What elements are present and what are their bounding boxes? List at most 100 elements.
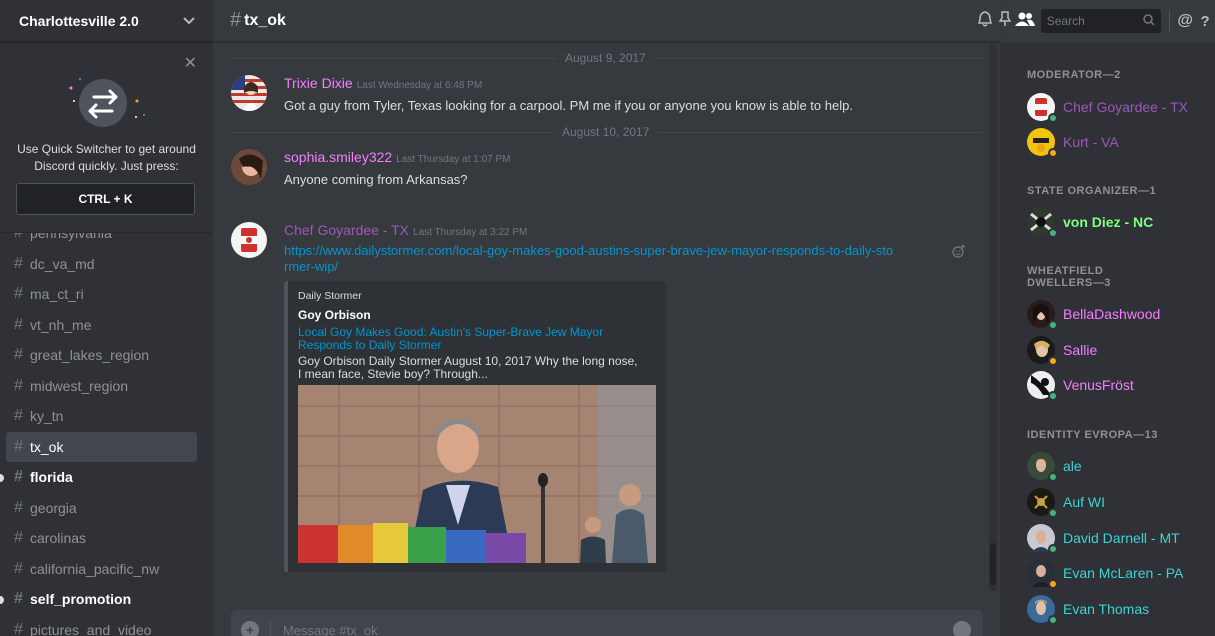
channel-ma-ct-ri[interactable]: # ma_ct_ri (6, 279, 197, 310)
channel-hash-icon: # (230, 9, 242, 31)
member-item[interactable]: Auf WI (1027, 486, 1105, 518)
search-box[interactable] (1040, 9, 1161, 33)
help-icon[interactable]: ? (1195, 13, 1215, 30)
emoji-icon[interactable] (953, 621, 971, 636)
member-item[interactable]: Sallie (1027, 334, 1097, 366)
channel-midwest-region[interactable]: # midwest_region (6, 371, 197, 402)
message-scrollbar[interactable] (989, 43, 997, 591)
message-timestamp: Last Thursday at 1:07 PM (396, 154, 511, 165)
channel-ky-tn[interactable]: # ky_tn (6, 401, 197, 432)
member-name: von Diez - NC (1063, 214, 1154, 230)
message-list[interactable]: August 9, 2017 Trixie Dixie Last Wednesda… (213, 43, 1000, 591)
status-idle-icon (1048, 356, 1058, 366)
role-header: IDENTITY EVROPA—13 (1027, 429, 1158, 441)
avatar (1027, 452, 1058, 482)
members-icon[interactable] (1014, 12, 1035, 30)
header-toolbar: @ ? (975, 0, 1215, 42)
link-embed: Daily Stormer Goy Orbison Local Goy Make… (284, 281, 666, 572)
scrollbar-thumb[interactable] (990, 543, 996, 585)
server-name: Charlottesville 2.0 (19, 12, 139, 29)
embed-image[interactable] (298, 385, 656, 563)
channel-label: california_pacific_nw (30, 560, 160, 577)
channel-label: midwest_region (30, 377, 129, 394)
channel-great-lakes-region[interactable]: # great_lakes_region (6, 340, 197, 371)
message-link[interactable]: https://www.dailystormer.com/local-goy-m… (284, 243, 894, 275)
member-item[interactable]: Evan Thomas (1027, 593, 1149, 625)
channel-vt-nh-me[interactable]: # vt_nh_me (6, 310, 197, 341)
message-author[interactable]: Chef Goyardee - TX (284, 222, 409, 238)
date-divider-label: August 9, 2017 (557, 51, 654, 65)
quick-switcher-shortcut[interactable]: CTRL + K (16, 183, 195, 215)
chevron-down-icon[interactable] (183, 14, 195, 28)
avatar (1027, 488, 1058, 518)
channel-label: ky_tn (30, 408, 64, 425)
channel-label: carolinas (30, 530, 87, 547)
status-online-icon (1048, 320, 1058, 330)
member-item[interactable]: David Darnell - MT (1027, 522, 1180, 554)
member-item[interactable]: ale (1027, 450, 1082, 482)
channel-label: tx_ok (30, 438, 64, 455)
channel-carolinas[interactable]: # carolinas (6, 523, 197, 554)
member-item[interactable]: Chef Goyardee - TX (1027, 91, 1188, 123)
date-divider-label: August 10, 2017 (554, 125, 658, 139)
pin-icon[interactable] (995, 11, 1015, 31)
member-name: Chef Goyardee - TX (1063, 99, 1189, 115)
member-item[interactable]: von Diez - NC (1027, 206, 1153, 238)
message-composer: + (231, 610, 983, 636)
avatar[interactable] (231, 149, 267, 185)
avatar[interactable] (231, 222, 267, 258)
status-idle-icon (1048, 148, 1058, 158)
upload-plus-icon[interactable]: + (241, 621, 259, 636)
embed-title-link[interactable]: Local Goy Makes Good: Austin's Super-Bra… (298, 326, 658, 352)
toolbar-divider (1168, 10, 1170, 32)
status-idle-icon (1048, 579, 1058, 589)
member-item[interactable]: Kurt - VA (1027, 126, 1119, 158)
server-header[interactable]: Charlottesville 2.0 (0, 0, 213, 42)
channel-label: vt_nh_me (30, 316, 92, 333)
unread-indicator (0, 596, 4, 604)
role-header: STATE ORGANIZER—1 (1027, 185, 1157, 197)
message-author[interactable]: Trixie Dixie (284, 75, 353, 91)
channel-label: florida (30, 469, 73, 486)
status-online-icon (1048, 508, 1058, 518)
channel-list: #pennsylvania #dc_va_md #ma_ct_ri #vt_nh… (0, 218, 213, 636)
member-name: Sallie (1063, 342, 1098, 358)
bell-icon[interactable] (975, 11, 995, 31)
status-online-icon (1048, 544, 1058, 554)
hash-icon: # (14, 437, 23, 455)
channel-tx-ok[interactable]: # tx_ok (6, 431, 197, 462)
embed-author: Goy Orbison (298, 308, 371, 322)
search-input[interactable] (1046, 14, 1143, 28)
hash-icon: # (14, 315, 23, 333)
channel-florida[interactable]: # florida (0, 462, 197, 493)
avatar (1027, 128, 1058, 158)
channel-pictures-and-video[interactable]: # pictures_and_video (6, 615, 197, 636)
channel-title: tx_ok (244, 11, 286, 29)
member-item[interactable]: BellaDashwood (1027, 298, 1160, 330)
hash-icon: # (14, 468, 23, 486)
search-icon (1142, 13, 1155, 29)
member-item[interactable]: Evan McLaren - PA (1027, 557, 1183, 589)
member-item[interactable]: VenusFröst (1027, 369, 1134, 401)
avatar[interactable] (231, 75, 267, 111)
add-reaction-icon[interactable] (952, 244, 966, 261)
channel-self-promotion[interactable]: # self_promotion (0, 584, 197, 615)
message-author[interactable]: sophia.smiley322 (284, 149, 392, 165)
status-online-icon (1048, 113, 1058, 123)
message-input[interactable] (283, 622, 953, 636)
date-divider: August 10, 2017 (231, 125, 983, 139)
mention-icon[interactable]: @ (1175, 12, 1195, 30)
channel-georgia[interactable]: # georgia (6, 493, 197, 524)
message-text: Got a guy from Tyler, Texas looking for … (284, 98, 853, 113)
quick-switcher-icon (69, 78, 145, 127)
message: sophia.smiley322 Last Thursday at 1:07 PM… (231, 149, 983, 188)
unread-indicator (0, 474, 4, 482)
message: Trixie Dixie Last Wednesday at 6:48 PM Go… (231, 75, 983, 114)
channel-label: ma_ct_ri (30, 286, 84, 303)
close-icon[interactable]: ✕ (184, 53, 197, 73)
channel-dc-va-md[interactable]: # dc_va_md (6, 249, 197, 280)
channel-california-pacific-nw[interactable]: # california_pacific_nw (6, 554, 197, 585)
message-timestamp: Last Wednesday at 6:48 PM (356, 80, 483, 91)
channel-sidebar: Charlottesville 2.0 ✕ Use Quick Switcher… (0, 0, 213, 636)
member-name: Kurt - VA (1063, 134, 1119, 150)
